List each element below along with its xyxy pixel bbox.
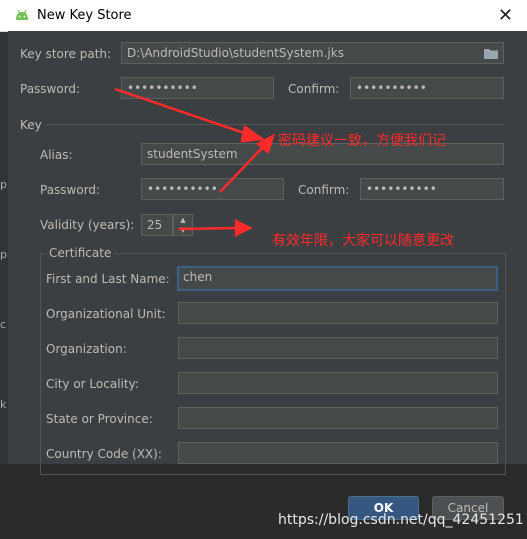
validity-annotation: 有效年限，大家可以随意更改 bbox=[272, 233, 454, 249]
watermark: https://blog.csdn.net/qq_42451251 bbox=[278, 512, 524, 528]
annotation-arrows bbox=[114, 87, 276, 238]
password-annotation: 密码建议一致，方便我们记 bbox=[278, 133, 446, 149]
